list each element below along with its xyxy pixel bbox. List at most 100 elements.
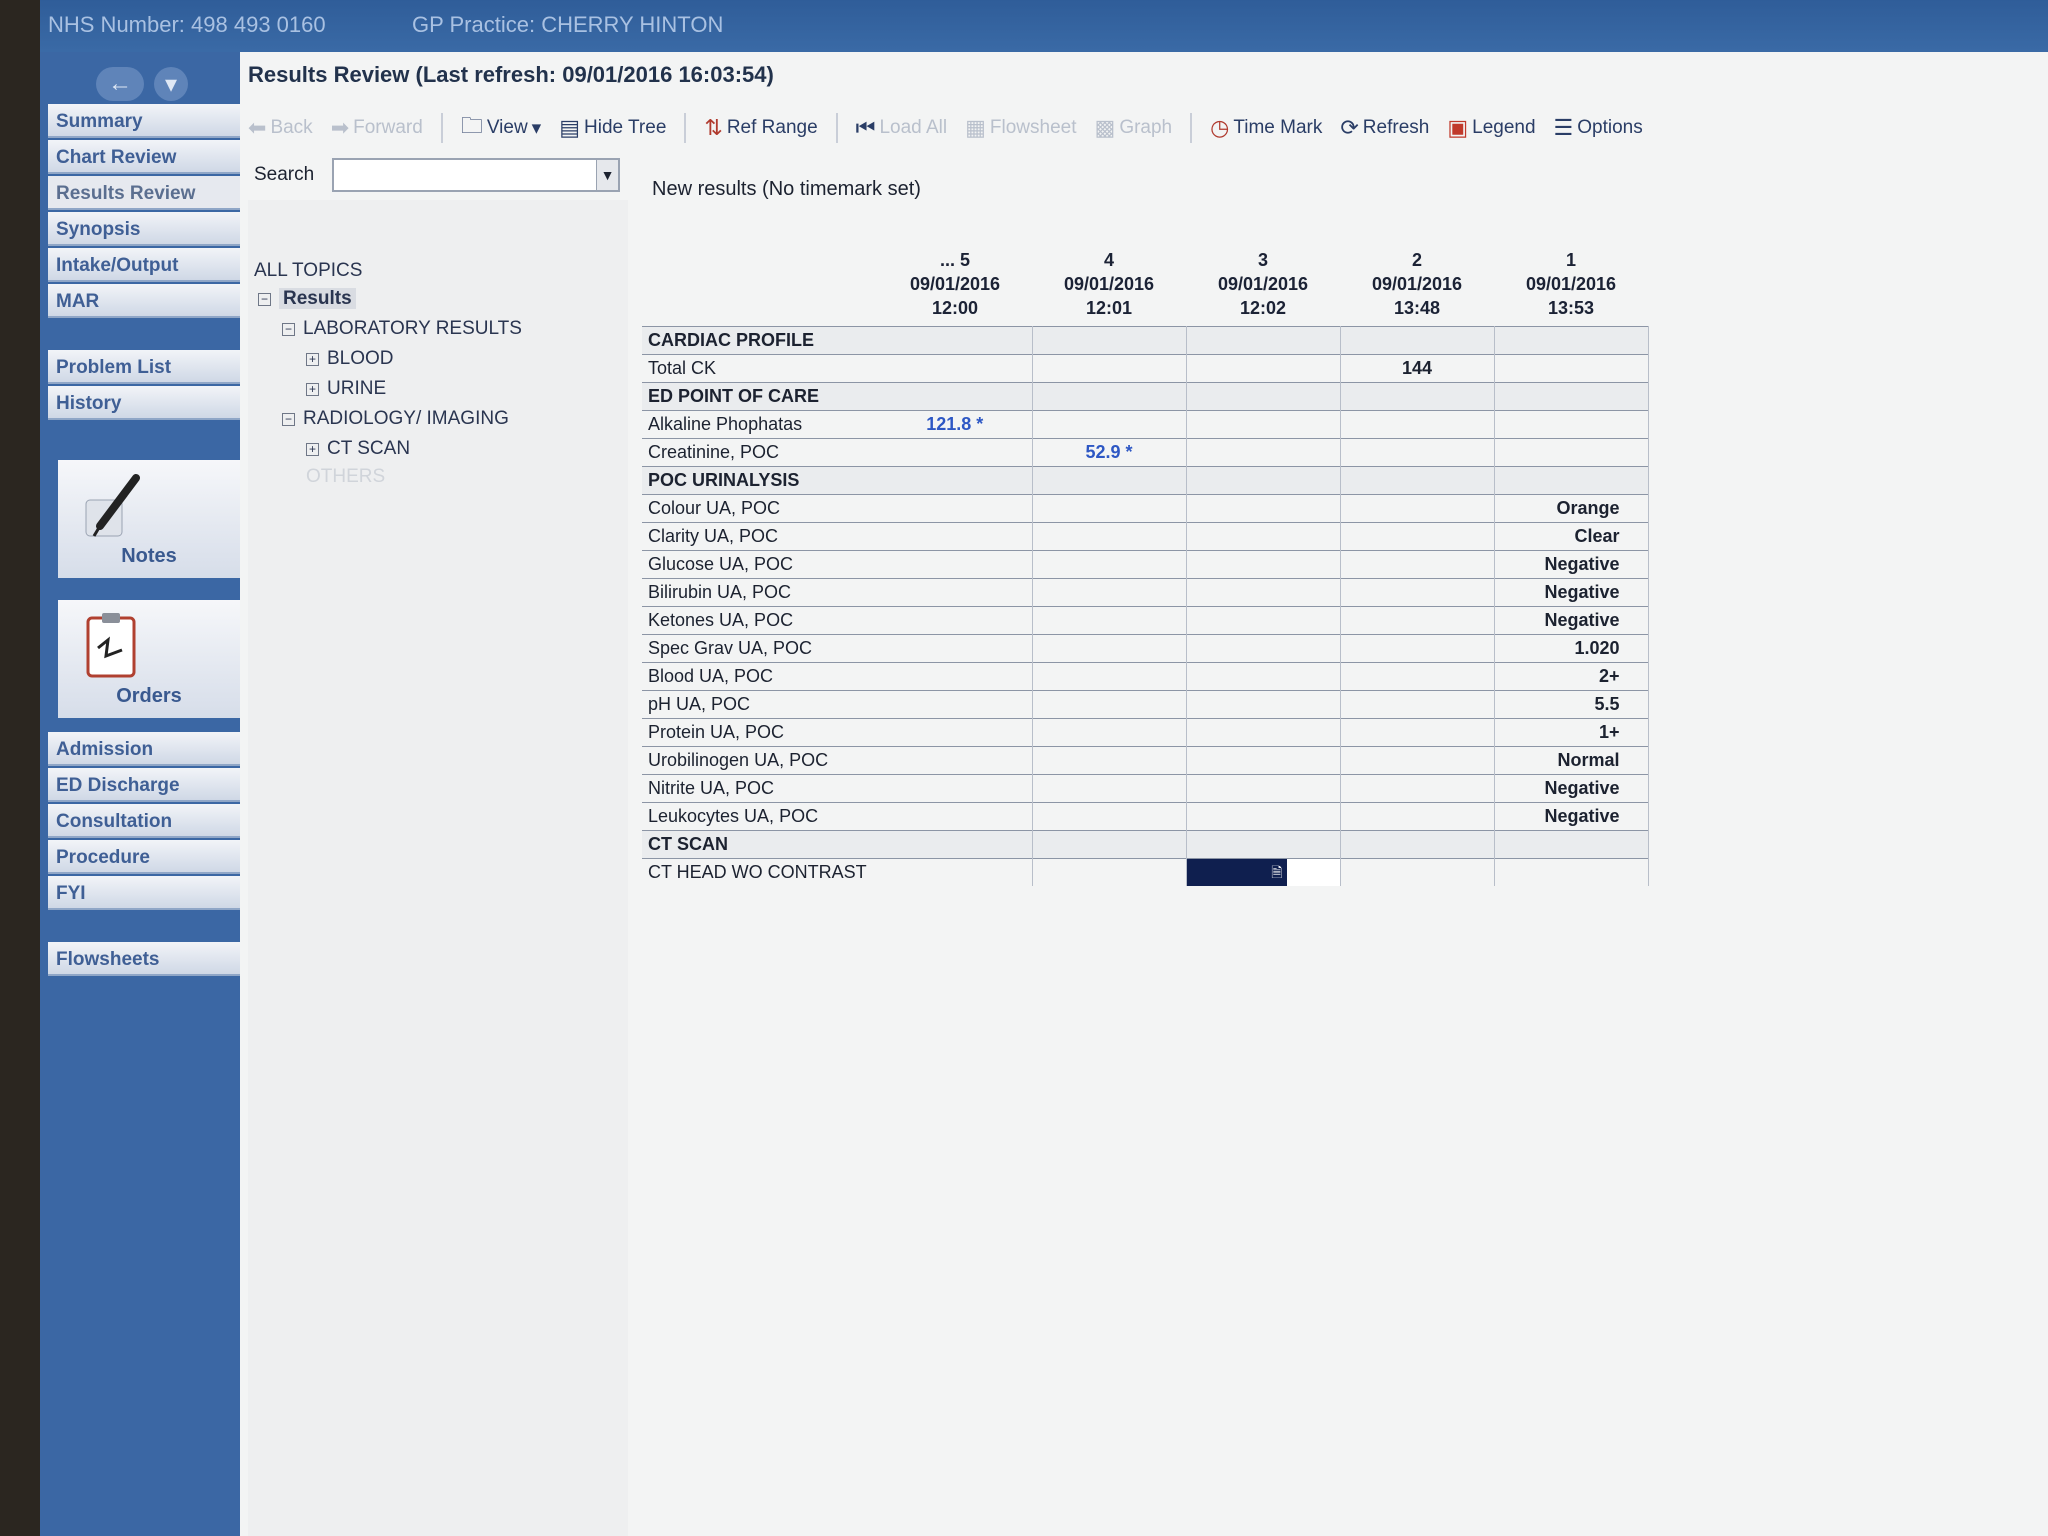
forward-button[interactable]: ➡ Forward [331, 115, 423, 141]
legend-button[interactable]: ▣ Legend [1447, 115, 1535, 141]
expand-icon[interactable]: + [306, 383, 319, 396]
row-label: Clarity UA, POC [642, 521, 878, 550]
table-row[interactable]: Protein UA, POC 1+ [642, 717, 1649, 746]
legend-label: Legend [1472, 117, 1536, 138]
clock-icon: ◷ [1210, 115, 1230, 140]
result-cell[interactable]: Negative [1494, 549, 1649, 578]
result-cell[interactable]: Negative [1494, 801, 1649, 830]
view-window-icon: 🗀 [460, 113, 483, 138]
column-time: 12:01 [1085, 297, 1133, 318]
result-cell[interactable]: Negative [1494, 577, 1649, 606]
nav-history[interactable]: History [48, 386, 240, 420]
result-cell[interactable]: Normal [1494, 745, 1649, 774]
nhs-number: NHS Number: 498 493 0160 [48, 12, 326, 37]
nav-fyi[interactable]: FYI [48, 876, 240, 910]
refresh-button[interactable]: ⟳ Refresh [1340, 115, 1429, 141]
nav-summary[interactable]: Summary [48, 104, 240, 138]
result-cell[interactable]: 5.5 [1494, 689, 1649, 718]
tree-all-topics[interactable]: ALL TOPICS [254, 260, 362, 282]
table-row[interactable]: Blood UA, POC 2+ [642, 661, 1649, 690]
table-row[interactable]: Leukocytes UA, POC Negative [642, 801, 1649, 830]
tree-blood[interactable]: + BLOOD [306, 348, 394, 370]
table-row[interactable]: Colour UA, POC Orange [642, 493, 1649, 522]
nav-notes[interactable]: Notes [58, 460, 240, 578]
table-row[interactable]: Bilirubin UA, POC Negative [642, 577, 1649, 606]
column-number: 4 [1103, 249, 1114, 270]
nav-history-controls: ← ▾ [78, 62, 206, 106]
nav-consultation[interactable]: Consultation [48, 804, 240, 838]
collapse-icon[interactable]: − [282, 323, 295, 336]
search-input[interactable]: ▼ [332, 158, 620, 192]
nav-procedure[interactable]: Procedure [48, 840, 240, 874]
expand-icon[interactable]: + [306, 353, 319, 366]
column-date: 09/01/2016 [1063, 273, 1155, 294]
tree-others[interactable]: OTHERS [306, 466, 385, 488]
hide-tree-button[interactable]: ▤ Hide Tree [559, 115, 666, 141]
nav-admission[interactable]: Admission [48, 732, 240, 766]
topic-tree: ALL TOPICS − Results − LABORATORY RESULTS … [248, 200, 628, 1536]
nav-orders[interactable]: Orders [58, 600, 240, 718]
result-cell[interactable]: Clear [1494, 521, 1649, 550]
load-all-button[interactable]: ⏮ Load All [856, 115, 947, 141]
search-dropdown-icon[interactable]: ▼ [596, 160, 618, 190]
result-cell[interactable]: 1.020 [1494, 633, 1649, 662]
nav-problem-list[interactable]: Problem List [48, 350, 240, 384]
table-row[interactable]: Clarity UA, POC Clear [642, 521, 1649, 550]
tree-laboratory[interactable]: − LABORATORY RESULTS [282, 318, 522, 340]
back-button[interactable]: ⬅ Back [248, 115, 313, 141]
result-cell[interactable]: Orange [1494, 493, 1649, 522]
table-row[interactable]: pH UA, POC 5.5 [642, 689, 1649, 718]
collapse-icon[interactable]: − [282, 413, 295, 426]
result-cell[interactable]: 1+ [1494, 717, 1649, 746]
ct-result-cell[interactable]: 🗎 [1186, 857, 1341, 886]
nav-mar[interactable]: MAR [48, 284, 240, 318]
nav-chart-review[interactable]: Chart Review [48, 140, 240, 174]
nav-flowsheets[interactable]: Flowsheets [48, 942, 240, 976]
view-button[interactable]: 🗀 View ▾ [461, 109, 541, 147]
table-row[interactable]: CT HEAD WO CONTRAST 🗎 [642, 857, 1649, 886]
table-row[interactable]: Glucose UA, POC Negative [642, 549, 1649, 578]
nav-ed-discharge[interactable]: ED Discharge [48, 768, 240, 802]
nav-synopsis[interactable]: Synopsis [48, 212, 240, 246]
time-mark-button[interactable]: ◷ Time Mark [1210, 115, 1322, 141]
table-row[interactable]: Total CK 144 [642, 353, 1649, 382]
nav-results-review[interactable]: Results Review [48, 176, 240, 210]
nav-intake-output[interactable]: Intake/Output [48, 248, 240, 282]
abnormal-result-cell[interactable]: 121.8 * [878, 409, 1033, 438]
table-row[interactable]: Urobilinogen UA, POC Normal [642, 745, 1649, 774]
nav-dropdown-icon[interactable]: ▾ [154, 67, 188, 101]
result-cell[interactable]: Negative [1494, 773, 1649, 802]
flowsheet-button[interactable]: ▦ Flowsheet [965, 115, 1076, 141]
toolbar-divider [440, 113, 443, 143]
tree-urine[interactable]: + URINE [306, 378, 386, 400]
ref-range-button[interactable]: ⇅ Ref Range [704, 115, 817, 141]
options-button[interactable]: ☰ Options [1554, 115, 1643, 141]
column-header[interactable]: 2 09/01/2016 13:48 [1340, 238, 1494, 326]
result-cell[interactable]: 144 [1340, 353, 1495, 382]
column-header[interactable]: 1 09/01/2016 13:53 [1494, 238, 1648, 326]
row-label: Glucose UA, POC [642, 549, 878, 578]
nav-back-arrow-icon[interactable]: ← [96, 67, 144, 101]
options-list-icon: ☰ [1553, 115, 1574, 140]
column-header[interactable]: ... 5 09/01/2016 12:00 [878, 238, 1032, 326]
table-row[interactable]: Creatinine, POC 52.9 * [642, 437, 1649, 466]
result-cell[interactable]: Negative [1494, 605, 1649, 634]
legend-icon: ▣ [1447, 115, 1469, 140]
table-row[interactable]: Alkaline Phophatas 121.8 * [642, 409, 1649, 438]
column-number: 3 [1257, 249, 1268, 270]
tree-ct-scan[interactable]: + CT SCAN [306, 438, 410, 460]
collapse-icon[interactable]: − [258, 293, 271, 306]
tree-radiology[interactable]: − RADIOLOGY/ IMAGING [282, 408, 509, 430]
graph-button[interactable]: ▩ Graph [1095, 115, 1173, 141]
result-cell[interactable]: 2+ [1494, 661, 1649, 690]
abnormal-result-cell[interactable]: 52.9 * [1032, 437, 1187, 466]
tree-results[interactable]: − Results [258, 288, 356, 310]
column-number: 1 [1565, 249, 1576, 270]
row-label: Leukocytes UA, POC [642, 801, 878, 830]
expand-icon[interactable]: + [306, 443, 319, 456]
column-header[interactable]: 3 09/01/2016 12:02 [1186, 238, 1340, 326]
table-row[interactable]: Nitrite UA, POC Negative [642, 773, 1649, 802]
table-row[interactable]: Spec Grav UA, POC 1.020 [642, 633, 1649, 662]
table-row[interactable]: Ketones UA, POC Negative [642, 605, 1649, 634]
column-header[interactable]: 4 09/01/2016 12:01 [1032, 238, 1186, 326]
